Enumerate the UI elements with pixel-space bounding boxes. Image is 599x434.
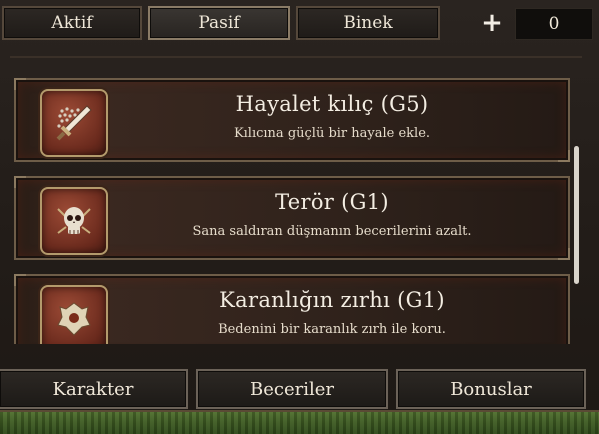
skill-card-teror[interactable]: Terör (G1) Sana saldıran düşmanın beceri… <box>14 176 570 260</box>
skill-title: Hayalet kılıç (G5) <box>235 92 429 116</box>
skill-description: Sana saldıran düşmanın becerilerini azal… <box>192 224 472 239</box>
scrollbar[interactable] <box>574 146 579 284</box>
beceriler-button[interactable]: Beceriler <box>196 369 388 409</box>
add-point-button[interactable]: + <box>478 8 506 38</box>
tab-aktif[interactable]: Aktif <box>2 6 142 40</box>
tab-pasif[interactable]: Pasif <box>148 6 290 40</box>
skill-list[interactable]: Hayalet kılıç (G5) Kılıcına güçlü bir ha… <box>10 56 582 344</box>
bonuslar-button[interactable]: Bonuslar <box>396 369 586 409</box>
skill-title: Terör (G1) <box>275 190 389 214</box>
skill-title: Karanlığın zırhı (G1) <box>219 288 445 312</box>
skill-card-dark-armor[interactable]: Karanlığın zırhı (G1) Bedenini bir karan… <box>14 274 570 344</box>
dark-armor-icon <box>40 285 108 344</box>
karakter-button[interactable]: Karakter <box>0 369 188 409</box>
skill-card-ghost-sword[interactable]: Hayalet kılıç (G5) Kılıcına güçlü bir ha… <box>14 78 570 162</box>
game-world-background <box>0 410 599 434</box>
ghost-sword-icon <box>40 89 108 157</box>
skull-icon <box>40 187 108 255</box>
skill-description: Kılıcına güçlü bir hayale ekle. <box>233 126 431 141</box>
skill-points-counter: 0 <box>515 8 593 40</box>
tab-binek[interactable]: Binek <box>296 6 440 40</box>
skill-description: Bedenini bir karanlık zırh ile koru. <box>218 322 446 337</box>
